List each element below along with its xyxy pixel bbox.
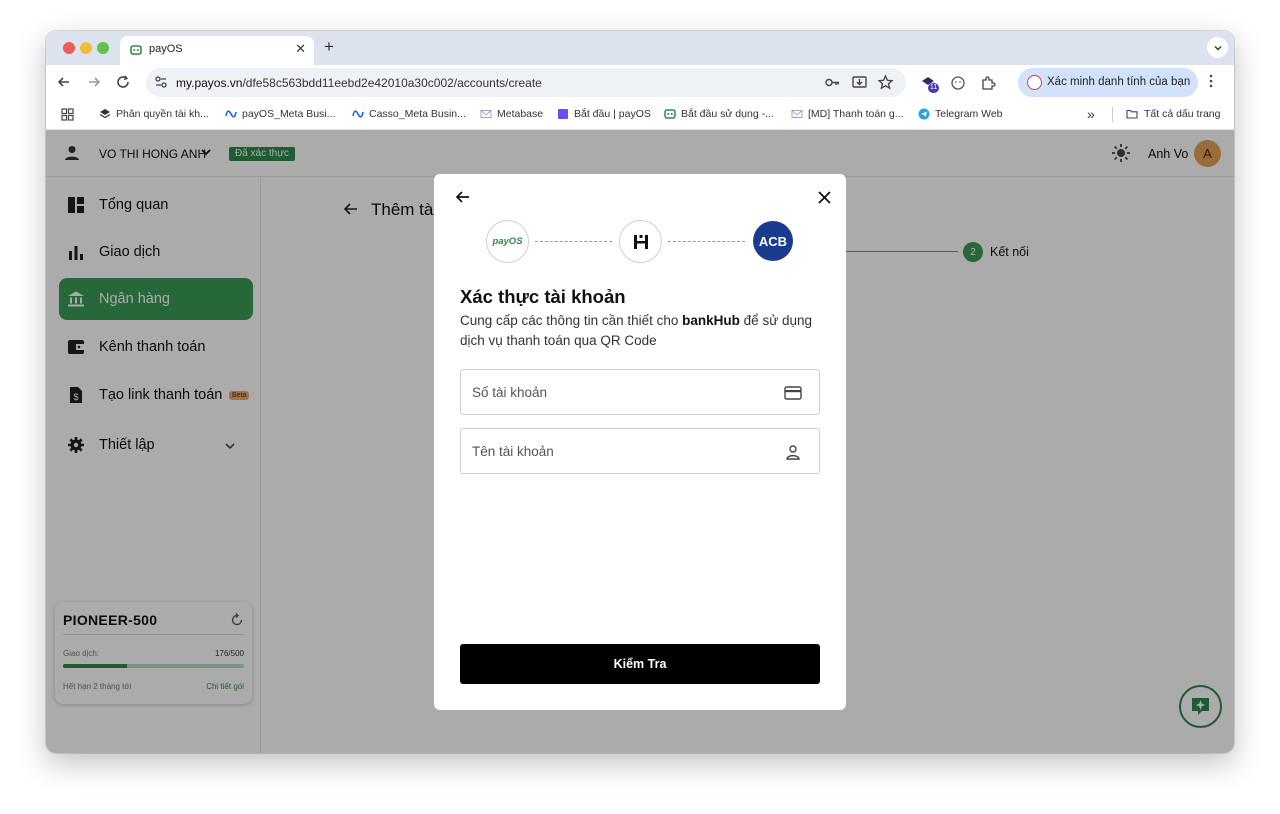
account-name-field[interactable] xyxy=(460,428,820,474)
apps-grid-icon[interactable] xyxy=(61,108,74,121)
payos-logo-text: payOS xyxy=(492,236,523,247)
url-host: my.payos.vn xyxy=(176,76,243,90)
browser-toolbar: my.payos.vn/dfe58c563bdd11eebd2e42010a30… xyxy=(46,65,1234,100)
folder-icon xyxy=(1126,109,1138,119)
extension-badge: 11 xyxy=(928,83,940,93)
bookmark-label: Phân quyền tài kh... xyxy=(116,108,209,120)
acb-logo: ACB xyxy=(753,221,793,261)
extension-icon[interactable]: 11 xyxy=(920,75,940,93)
bookmark-item[interactable]: [MD] Thanh toán g... xyxy=(791,108,904,120)
bookmark-label: payOS_Meta Busi... xyxy=(242,108,336,120)
bookmarks-divider xyxy=(1112,107,1113,122)
bookmark-label: Telegram Web xyxy=(935,108,1003,120)
account-number-input[interactable] xyxy=(462,371,762,413)
bookmark-item[interactable]: Telegram Web xyxy=(918,108,1003,120)
bookmark-item[interactable]: Phân quyền tài kh... xyxy=(99,108,209,120)
bookmark-label: Bắt đầu sử dụng -... xyxy=(681,108,774,120)
account-number-field[interactable] xyxy=(460,369,820,415)
bankhub-icon xyxy=(633,234,648,249)
bookmark-label: Metabase xyxy=(497,108,544,120)
maximize-window-button[interactable] xyxy=(97,42,109,54)
all-bookmarks-label: Tất cả dấu trang xyxy=(1144,108,1221,120)
bookmarks-overflow-button[interactable]: » xyxy=(1087,106,1095,122)
credit-card-icon xyxy=(784,386,802,400)
bookmark-label: Bắt đầu | payOS xyxy=(574,108,651,120)
person-icon xyxy=(786,445,800,460)
minimize-window-button[interactable] xyxy=(80,42,92,54)
bookmark-item[interactable]: Bắt đầu | payOS xyxy=(557,108,651,120)
bookmark-label: [MD] Thanh toán g... xyxy=(808,108,904,120)
site-settings-icon[interactable] xyxy=(154,75,168,89)
payos-icon xyxy=(664,109,676,119)
new-tab-button[interactable]: + xyxy=(324,37,334,57)
back-arrow-icon[interactable] xyxy=(455,189,471,205)
browser-menu-icon[interactable] xyxy=(1209,73,1213,89)
payos-logo: payOS xyxy=(486,220,529,263)
connector-line xyxy=(668,241,745,242)
address-bar[interactable]: my.payos.vn/dfe58c563bdd11eebd2e42010a30… xyxy=(146,68,906,97)
square-icon xyxy=(558,109,568,119)
tab-close-icon[interactable]: ✕ xyxy=(295,41,306,57)
meta-icon xyxy=(352,110,364,118)
url-path: /dfe58c563bdd11eebd2e42010a30c002/accoun… xyxy=(242,76,542,90)
telegram-icon xyxy=(918,108,930,120)
extension-face-icon[interactable] xyxy=(950,75,966,91)
reload-icon[interactable] xyxy=(114,74,132,90)
desc-bankhub: bankHub xyxy=(682,313,740,328)
browser-window: payOS ✕ + my.payos.vn/dfe58c563bdd11eebd… xyxy=(46,31,1234,753)
bookmark-label: Casso_Meta Busin... xyxy=(369,108,466,120)
back-arrow-icon[interactable] xyxy=(55,74,73,90)
payos-favicon-icon xyxy=(130,45,142,55)
profile-avatar-icon xyxy=(1027,75,1042,90)
bookmark-item[interactable]: payOS_Meta Busi... xyxy=(225,108,335,120)
bookmark-item[interactable]: Metabase xyxy=(480,108,543,120)
close-window-button[interactable] xyxy=(63,42,75,54)
verify-account-dialog: payOS ACB Xác thực tài khoản Cung cấp cá… xyxy=(434,174,846,710)
account-name-input[interactable] xyxy=(462,430,762,472)
all-bookmarks-button[interactable]: Tất cả dấu trang xyxy=(1125,108,1220,120)
dialog-description: Cung cấp các thông tin cần thiết cho ban… xyxy=(460,311,820,351)
layers-icon xyxy=(99,109,111,119)
bookmark-item[interactable]: Casso_Meta Busin... xyxy=(352,108,466,120)
close-icon[interactable] xyxy=(817,190,832,205)
tab-title: payOS xyxy=(149,43,183,55)
chevron-down-icon xyxy=(1214,45,1221,50)
page-viewport: VO THI HONG ANH Đã xác thực Anh Vo A Tổn… xyxy=(46,130,1234,753)
bookmark-item[interactable]: Bắt đầu sử dụng -... xyxy=(664,108,774,120)
forward-arrow-icon[interactable] xyxy=(85,74,103,90)
tab-search-button[interactable] xyxy=(1207,37,1228,58)
profile-button[interactable]: Xác minh danh tính của bạn xyxy=(1018,68,1198,97)
bankhub-logo xyxy=(619,220,662,263)
meta-icon xyxy=(225,110,237,118)
mail-icon xyxy=(480,110,492,118)
puzzle-icon[interactable] xyxy=(980,75,996,91)
desc-text: Cung cấp các thông tin cần thiết cho xyxy=(460,313,683,328)
connector-line xyxy=(535,241,612,242)
check-button[interactable]: Kiểm Tra xyxy=(460,644,820,684)
install-app-icon[interactable] xyxy=(851,74,868,91)
bookmarks-bar: Phân quyền tài kh... payOS_Meta Busi... … xyxy=(46,100,1234,130)
tab-strip: payOS ✕ + xyxy=(46,31,1234,65)
profile-label: Xác minh danh tính của bạn xyxy=(1047,76,1191,88)
mail-icon xyxy=(791,110,803,118)
key-icon[interactable] xyxy=(824,74,841,91)
star-icon[interactable] xyxy=(877,74,894,91)
url-text[interactable]: my.payos.vn/dfe58c563bdd11eebd2e42010a30… xyxy=(176,76,542,90)
dialog-title: Xác thực tài khoản xyxy=(460,286,626,307)
browser-tab[interactable]: payOS ✕ xyxy=(120,36,314,65)
